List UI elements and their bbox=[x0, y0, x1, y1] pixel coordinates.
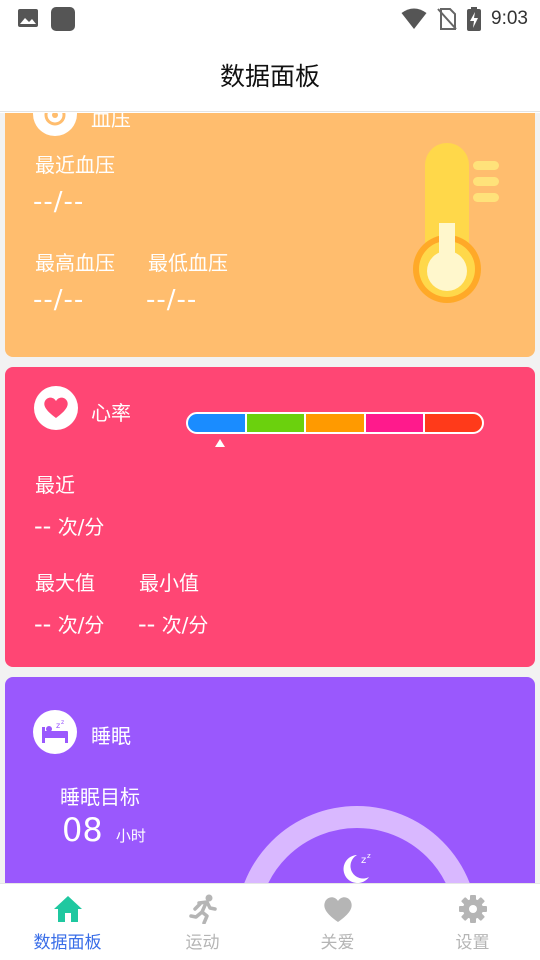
recent-bp-value: --/-- bbox=[33, 187, 85, 217]
max-hr-label: 最大值 bbox=[35, 571, 95, 595]
nav-label-dashboard: 数据面板 bbox=[33, 933, 102, 953]
recent-hr-row: -- 次/分 bbox=[34, 511, 104, 540]
scale-segment bbox=[188, 414, 246, 432]
nav-label-sport: 运动 bbox=[185, 933, 220, 953]
nav-item-sport[interactable]: 运动 bbox=[135, 884, 270, 960]
battery-charging-icon bbox=[467, 7, 482, 31]
svg-text:z: z bbox=[361, 855, 366, 866]
title-bar: 数据面板 bbox=[0, 38, 540, 112]
image-icon bbox=[18, 9, 38, 27]
sleep-card[interactable]: z z 睡眠 睡眠目标 08 小时 z z bbox=[5, 677, 535, 883]
recent-bp-label: 最近血压 bbox=[35, 153, 115, 177]
blood-pressure-title: 血压 bbox=[91, 113, 131, 131]
max-hr-row: -- 次/分 bbox=[34, 609, 104, 638]
svg-text:z: z bbox=[61, 719, 64, 726]
min-bp-value: --/-- bbox=[146, 285, 198, 315]
heart-rate-card[interactable]: 心率 最近 -- 次/分 最大值 -- 次/分 最小值 -- 次/分 bbox=[5, 367, 535, 667]
bed-icon: z z bbox=[33, 710, 77, 754]
heart-icon bbox=[323, 897, 352, 922]
wifi-icon bbox=[401, 8, 427, 29]
heart-icon bbox=[34, 386, 78, 430]
heart-rate-scale bbox=[186, 412, 484, 434]
heart-rate-title: 心率 bbox=[91, 401, 131, 425]
min-hr-label: 最小值 bbox=[139, 571, 199, 595]
scale-segment bbox=[247, 414, 305, 432]
dashboard-scroll[interactable]: 血压 最近血压 --/-- 最高血压 --/-- 最低血压 --/-- 心率 最… bbox=[0, 113, 540, 883]
clock: 9:03 bbox=[491, 8, 528, 29]
scale-segment bbox=[424, 414, 482, 432]
max-bp-label: 最高血压 bbox=[35, 251, 115, 275]
no-sim-icon bbox=[437, 8, 457, 30]
page-title: 数据面板 bbox=[219, 61, 320, 91]
nav-label-care: 关爱 bbox=[320, 933, 355, 953]
recent-hr-value: -- bbox=[34, 512, 52, 540]
sleep-goal-unit: 小时 bbox=[115, 827, 146, 845]
scale-segment bbox=[365, 414, 423, 432]
nav-label-settings: 设置 bbox=[455, 933, 490, 953]
svg-text:z: z bbox=[56, 721, 60, 730]
sleep-goal-value: 08 bbox=[62, 811, 103, 849]
app-square-icon bbox=[51, 7, 75, 31]
moon-icon: z z bbox=[343, 852, 371, 883]
recent-hr-unit: 次/分 bbox=[57, 515, 105, 539]
running-icon bbox=[188, 894, 217, 924]
home-icon bbox=[53, 896, 82, 922]
sleep-goal-row: 08 小时 bbox=[62, 811, 146, 849]
bottom-nav: 数据面板 运动 关爱 设置 bbox=[0, 883, 540, 960]
sleep-title: 睡眠 bbox=[91, 724, 131, 748]
status-bar: 9:03 bbox=[0, 0, 540, 38]
sleep-goal-label: 睡眠目标 bbox=[60, 785, 140, 809]
nav-item-dashboard[interactable]: 数据面板 bbox=[0, 884, 135, 960]
gear-icon bbox=[458, 895, 487, 923]
max-hr-unit: 次/分 bbox=[57, 613, 105, 637]
scale-pointer-icon bbox=[215, 439, 225, 447]
min-bp-label: 最低血压 bbox=[148, 251, 228, 275]
blood-pressure-icon bbox=[33, 113, 77, 136]
recent-hr-label: 最近 bbox=[35, 473, 75, 497]
nav-item-care[interactable]: 关爱 bbox=[270, 884, 405, 960]
thermometer-icon bbox=[413, 143, 499, 303]
min-hr-row: -- 次/分 bbox=[138, 609, 208, 638]
min-hr-value: -- bbox=[138, 610, 156, 638]
svg-text:z: z bbox=[367, 852, 371, 860]
blood-pressure-card[interactable]: 血压 最近血压 --/-- 最高血压 --/-- 最低血压 --/-- bbox=[5, 113, 535, 357]
scale-segment bbox=[306, 414, 364, 432]
min-hr-unit: 次/分 bbox=[161, 613, 209, 637]
max-bp-value: --/-- bbox=[33, 285, 85, 315]
nav-item-settings[interactable]: 设置 bbox=[405, 884, 540, 960]
max-hr-value: -- bbox=[34, 610, 52, 638]
